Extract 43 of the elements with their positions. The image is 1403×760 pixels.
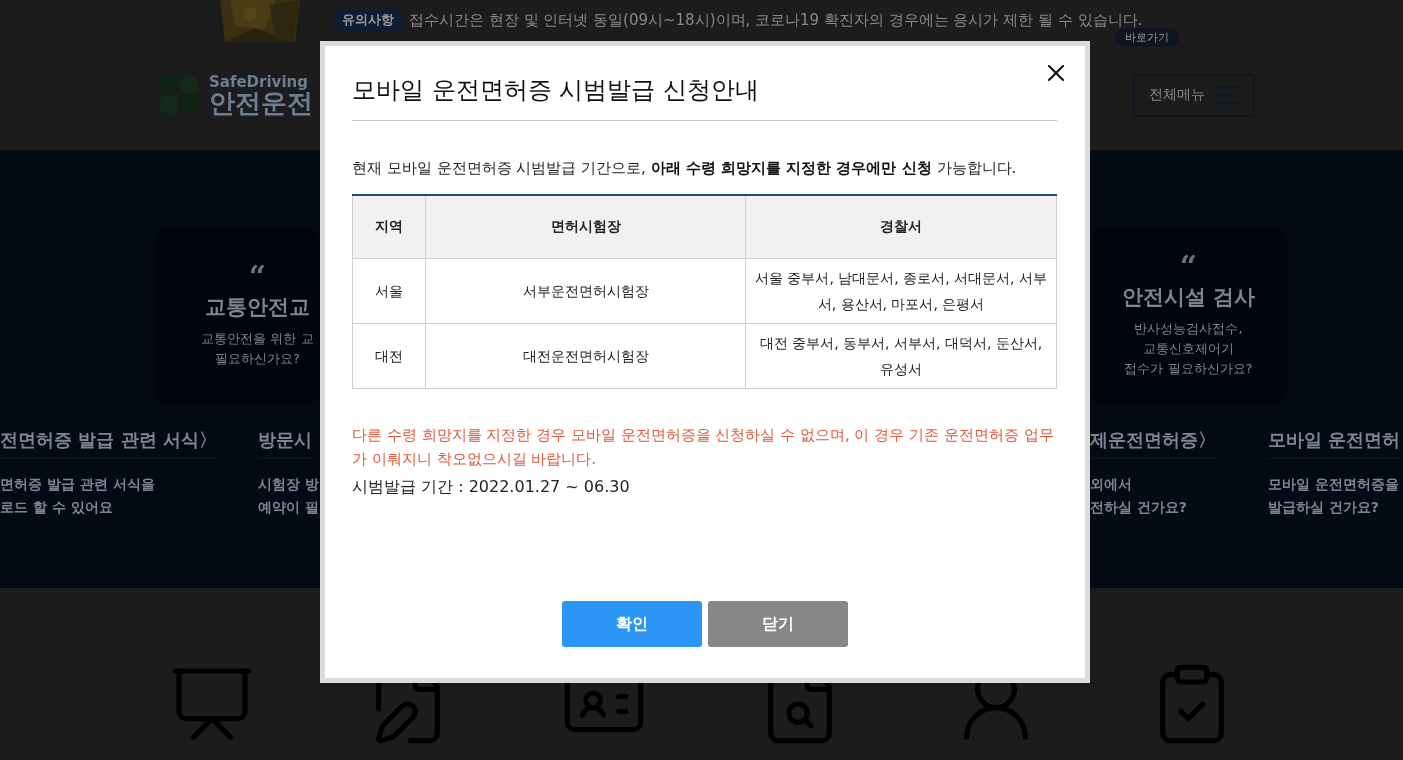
- column-header: 경찰서: [745, 195, 1057, 259]
- period-text: 시범발급 기간 : 2022.01.27 ~ 06.30: [352, 477, 631, 498]
- card-title: 안전시설 검사: [1121, 283, 1256, 311]
- table-cell: 서부운전면허시험장: [425, 258, 746, 324]
- logo-subtitle: SafeDriving: [209, 74, 309, 90]
- quick-link[interactable]: 방문시: [258, 428, 312, 459]
- card-text: 교통신호제어기: [1143, 339, 1234, 358]
- dialog-title: 모바일 운전면허증 시범발급 신청안내: [352, 75, 759, 106]
- link-description: 전하실 건가요?: [1090, 498, 1187, 517]
- card-text: 접수가 필요하신가요?: [1124, 359, 1253, 378]
- link-description: 예약이 필: [258, 498, 319, 517]
- table-cell: 대전 중부서, 동부서, 서부서, 대덕서, 둔산서, 유성서: [745, 323, 1057, 389]
- full-menu-button[interactable]: 전체메뉴: [1133, 73, 1255, 117]
- quote-mark: “: [248, 264, 267, 289]
- link-description: 시험장 방: [258, 475, 319, 494]
- confirm-button[interactable]: 확인: [561, 601, 702, 647]
- intro-text: 현재 모바일 운전면허증 시범발급 기간으로, 아래 수령 희망지를 지정한 경우에만 신청 가능합니다.: [352, 159, 1018, 178]
- link-description: 면허증 발급 관련 서식을: [0, 475, 155, 494]
- card-text: 필요하신가요?: [215, 349, 300, 368]
- quote-mark: “: [1179, 254, 1198, 279]
- quick-link[interactable]: 전면허증 발급 관련 서식〉: [0, 428, 217, 459]
- link-description: 모바일 운전면허증을: [1268, 475, 1399, 494]
- quick-link[interactable]: 모바일 운전면허: [1268, 428, 1401, 459]
- table-cell: 대전: [352, 323, 426, 389]
- column-header: 지역: [352, 195, 426, 259]
- close-dialog-button[interactable]: 닫기: [707, 601, 848, 647]
- table-cell: 서울 중부서, 남대문서, 종로서, 서대문서, 서부서, 용산서, 마포서, 은평서: [745, 258, 1057, 324]
- shortcut-link[interactable]: 바로가기: [1115, 28, 1179, 47]
- card-title: 교통안전교: [205, 293, 310, 321]
- card-text: 교통안전을 위한 교: [201, 329, 314, 348]
- notice-text: 접수시간은 현장 및 인터넷 동일(09시~18시)이며, 코로나19 확진자의 경우에는 응시가 제한 될 수 있습니다.: [409, 10, 1143, 30]
- table-cell: 대전운전면허시험장: [425, 323, 746, 389]
- logo-title: 안전운전: [209, 89, 313, 116]
- table-cell: 서울: [352, 258, 426, 324]
- column-header: 면허시험장: [425, 195, 746, 259]
- service-card[interactable]: “ 안전시설 검사 반사성능검사접수, 교통신호제어기 접수가 필요하신가요?: [1090, 230, 1287, 403]
- link-description: 외에서: [1090, 475, 1132, 494]
- notice-badge: 유의사항: [333, 9, 403, 31]
- warning-text: 다른 수령 희망지를 지정한 경우 모바일 운전면허증을 신청하실 수 없으며, 이 경우 기존 운전면허증 업무가 이뤄지니 착오없으시길 바랍니다.: [352, 425, 1055, 470]
- card-text: 반사성능검사접수,: [1134, 319, 1243, 338]
- link-description: 발급하실 건가요?: [1268, 498, 1379, 517]
- link-description: 로드 할 수 있어요: [0, 498, 113, 517]
- service-card[interactable]: “ 교통안전교 교통안전을 위한 교 필요하신가요?: [155, 230, 320, 403]
